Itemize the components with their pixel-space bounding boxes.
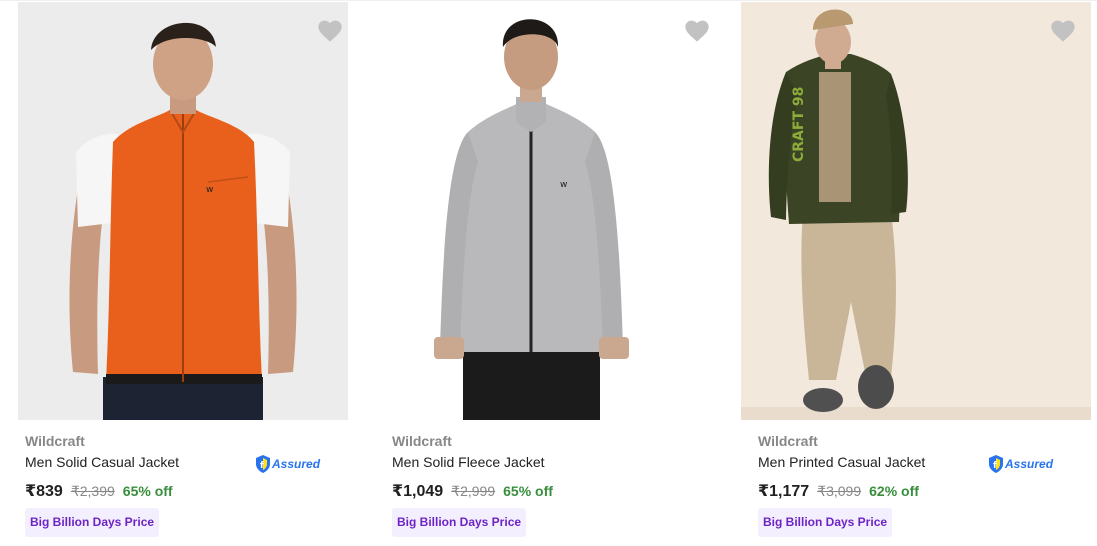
original-price: ₹2,399: [70, 483, 115, 499]
assured-badge: f Assured: [255, 453, 320, 475]
sale-badge: Big Billion Days Price: [392, 508, 527, 537]
discount-percent: 65% off: [503, 483, 553, 499]
assured-label: Assured: [1005, 457, 1054, 471]
product-card[interactable]: w Wildcraft Men Solid Fleece Jacket ₹1,0…: [348, 0, 735, 546]
product-card[interactable]: w Wildcraft Men Solid Casual Jacket f As…: [18, 0, 368, 546]
original-price: ₹3,099: [817, 483, 862, 499]
price-row: ₹839 ₹2,399 65% off: [25, 481, 173, 501]
svg-text:w: w: [560, 180, 567, 190]
product-image[interactable]: w: [18, 2, 348, 420]
sale-badge: Big Billion Days Price: [25, 508, 160, 537]
selling-price: ₹1,177: [758, 483, 810, 500]
selling-price: ₹1,049: [392, 483, 444, 500]
original-price: ₹2,999: [451, 483, 496, 499]
product-image[interactable]: w: [348, 2, 715, 420]
svg-text:f: f: [260, 461, 264, 471]
discount-percent: 62% off: [869, 483, 919, 499]
discount-percent: 65% off: [122, 483, 173, 499]
heart-icon[interactable]: [1049, 17, 1077, 43]
assured-badge: f Assured: [988, 453, 1053, 475]
svg-text:f: f: [993, 461, 997, 471]
product-brand: Wildcraft: [758, 433, 818, 449]
product-image[interactable]: CRAFT 98: [741, 2, 1091, 420]
price-row: ₹1,177 ₹3,099 62% off: [758, 481, 919, 501]
product-card[interactable]: CRAFT 98 Wildcraft Men Printed Casual Ja…: [741, 0, 1091, 546]
product-title[interactable]: Men Solid Fleece Jacket: [392, 454, 545, 470]
svg-text:w: w: [206, 185, 213, 195]
assured-shield-icon: f: [256, 455, 270, 473]
sale-badge: Big Billion Days Price: [758, 508, 893, 537]
product-title[interactable]: Men Solid Casual Jacket: [25, 454, 179, 470]
product-brand: Wildcraft: [392, 433, 452, 449]
product-brand: Wildcraft: [25, 433, 85, 449]
selling-price: ₹839: [25, 483, 63, 500]
price-row: ₹1,049 ₹2,999 65% off: [392, 481, 553, 501]
heart-icon[interactable]: [683, 17, 711, 43]
heart-icon[interactable]: [316, 17, 344, 43]
svg-text:CRAFT 98: CRAFT 98: [791, 87, 807, 162]
assured-label: Assured: [272, 457, 321, 471]
product-title[interactable]: Men Printed Casual Jacket: [758, 454, 925, 470]
assured-shield-icon: f: [989, 455, 1003, 473]
